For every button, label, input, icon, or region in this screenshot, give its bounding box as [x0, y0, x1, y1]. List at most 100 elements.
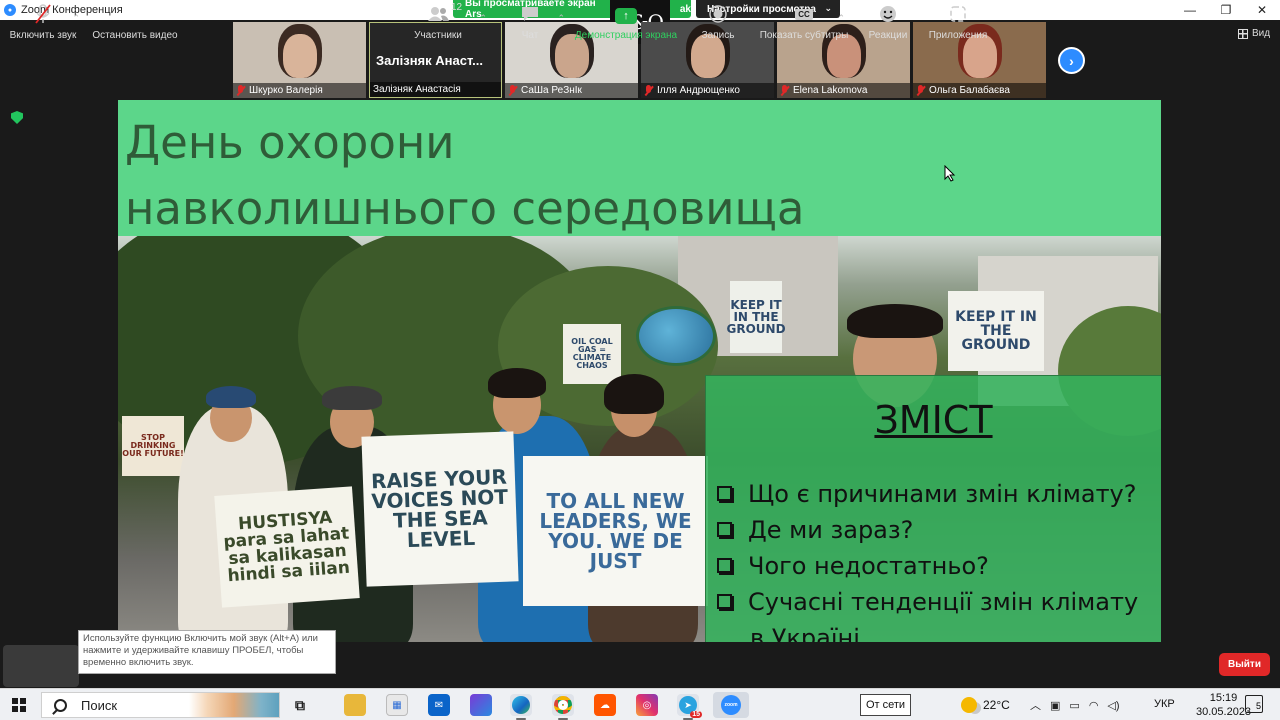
sign-oil-coal-gas: OIL COAL GAS = CLIMATE CHAOS [563, 324, 621, 384]
list-item-text: Що є причинами змін клімату? [748, 480, 1137, 508]
list-item: в Україні [717, 620, 1138, 642]
checkbox-bullet-icon [717, 594, 732, 609]
maximize-button[interactable]: ❐ [1208, 0, 1244, 20]
cc-icon-text: CC [795, 8, 813, 20]
participant-name: Elena Lakomova [793, 85, 868, 96]
caret-up-icon[interactable]: ⌃ [837, 13, 845, 24]
list-item-text: Де ми зараз? [748, 516, 914, 544]
view-button[interactable]: Вид [1238, 28, 1270, 39]
participant-name: Ілля Андрющенко [657, 85, 740, 96]
participants-button[interactable]: 12 ⌃ Участники [410, 0, 487, 46]
protester-hair [847, 304, 943, 338]
apps-button[interactable]: Приложения [926, 0, 990, 46]
participant-face [282, 34, 317, 78]
stop-video-label: Остановить видео [92, 30, 178, 41]
share-screen-button[interactable]: ↑ Демонстрация экрана [572, 0, 680, 46]
notifications-icon[interactable]: 5 [1245, 695, 1263, 713]
clock[interactable]: 15:19 30.05.2023 [1196, 691, 1251, 719]
caret-up-icon[interactable]: ⌃ [72, 13, 80, 24]
edge-browser-icon[interactable] [510, 694, 532, 720]
notification-count: 5 [1255, 701, 1261, 711]
stop-video-button[interactable]: Остановить видео [90, 0, 180, 46]
chrome-browser-icon[interactable] [552, 694, 574, 720]
show-captions-button[interactable]: CC ⌃ Показать субтитры [758, 0, 850, 46]
muted-microphone-icon [780, 85, 789, 96]
wifi-icon[interactable]: ◠ [1089, 699, 1099, 712]
windows-start-icon[interactable] [12, 698, 26, 712]
contents-panel: ЗМІСТ Що є причинами змін клімату? Де ми… [705, 375, 1161, 642]
participant-name: СаШа РеЗнІк [521, 85, 582, 96]
search-highlight-illustration [189, 693, 279, 717]
record-button[interactable]: Запись [700, 0, 736, 46]
mail-icon[interactable]: ✉ [428, 694, 450, 716]
microsoft-store-icon[interactable]: ▦ [386, 694, 408, 716]
gaming-app-icon[interactable] [470, 694, 492, 716]
muted-microphone-icon: ⌃ [32, 4, 80, 24]
minimize-button[interactable]: — [1172, 0, 1208, 20]
shared-slide: День охорони навколишнього середовища KE… [118, 100, 1161, 642]
screen: ● Zoom Конференция — ❐ ✕ Вы просматривае… [0, 0, 1280, 720]
network-icon[interactable]: ▭ [1069, 699, 1079, 712]
input-language[interactable]: УКР [1154, 698, 1175, 710]
show-captions-label: Показать субтитры [759, 30, 849, 41]
muted-microphone-icon [236, 85, 245, 96]
contents-list: Що є причинами змін клімату? Де ми зараз… [717, 476, 1138, 642]
participant-thumbnail[interactable]: Шкурко Валерія [233, 22, 366, 98]
muted-microphone-icon [916, 85, 925, 96]
leave-button[interactable]: Выйти [1219, 653, 1270, 676]
next-page-arrow-icon[interactable]: › [1058, 47, 1085, 74]
unmute-button[interactable]: ⌃ Включить звук [8, 0, 80, 46]
reactions-label: Реакции [868, 30, 908, 41]
camera-icon[interactable]: ▣ [1050, 699, 1060, 712]
telegram-icon[interactable]: ➤ 15 [677, 694, 702, 720]
checkbox-bullet-icon [717, 558, 732, 573]
protester-hair [604, 374, 664, 414]
participants-count: 12 [451, 2, 463, 13]
share-screen-arrow-icon: ↑ [615, 8, 637, 24]
share-screen-label: Демонстрация экрана [574, 30, 678, 41]
weather-widget[interactable]: 22°C [961, 697, 1010, 713]
muted-microphone-icon [508, 85, 517, 96]
chat-button[interactable]: ⌃ Чат [515, 0, 565, 46]
reactions-button[interactable]: Реакции [866, 0, 910, 46]
volume-icon[interactable]: ◁) [1107, 699, 1119, 712]
windows-taskbar: Поиск ⧉ ▦ ✉ ☁ ◎ ➤ 15 zoom От сети 22°C ︿… [0, 688, 1280, 720]
chevron-up-icon[interactable]: ︿ [1030, 697, 1041, 713]
participant-name-bar: Elena Lakomova [777, 83, 910, 98]
telegram-badge: 15 [690, 711, 702, 718]
globe-sign [636, 306, 716, 366]
list-item-text: Сучасні тенденції змін клімату [748, 588, 1139, 616]
caret-up-icon[interactable]: ⌃ [479, 13, 487, 24]
task-view-icon[interactable]: ⧉ [289, 694, 311, 716]
soundcloud-icon[interactable]: ☁ [594, 694, 616, 716]
participant-name-bar: Ольга Балабаєва [913, 83, 1046, 98]
close-button[interactable]: ✕ [1244, 0, 1280, 20]
search-icon [54, 698, 67, 712]
chat-icon: ⌃ [519, 4, 565, 24]
record-icon [707, 4, 729, 24]
list-item: Чого недостатньо? [717, 548, 1138, 584]
participant-name-bar: СаШа РеЗнІк [505, 83, 638, 98]
checkbox-bullet-icon [717, 486, 732, 501]
window-controls: — ❐ ✕ [1172, 0, 1280, 20]
zoom-taskbar-icon[interactable]: zoom [713, 692, 749, 718]
view-button-label: Вид [1252, 28, 1271, 39]
share-banner-text-tail: ak [679, 3, 691, 15]
mouse-cursor-icon [944, 165, 956, 182]
unmute-tooltip: Используйте функцию Включить мой звук (A… [78, 630, 336, 674]
list-item: Що є причинами змін клімату? [717, 476, 1138, 512]
chat-label: Чат [521, 30, 539, 41]
contents-title: ЗМІСТ [874, 398, 993, 442]
participant-name-bar: Шкурко Валерія [233, 83, 366, 98]
instagram-icon[interactable]: ◎ [636, 694, 658, 716]
list-item-text: Чого недостатньо? [748, 552, 989, 580]
offline-button[interactable]: От сети [860, 694, 911, 716]
sign-raise-your-voices: RAISE YOUR VOICES NOT THE SEA LEVEL [361, 431, 519, 587]
zoom-icon-text: zoom [721, 695, 741, 715]
protester-hair [488, 368, 546, 398]
taskbar-search[interactable]: Поиск [41, 692, 280, 718]
slide-title-line2: навколишнього середовища [125, 182, 805, 235]
unmute-label: Включить звук [9, 30, 77, 41]
caret-up-icon[interactable]: ⌃ [557, 13, 565, 24]
file-explorer-icon[interactable] [344, 694, 366, 716]
